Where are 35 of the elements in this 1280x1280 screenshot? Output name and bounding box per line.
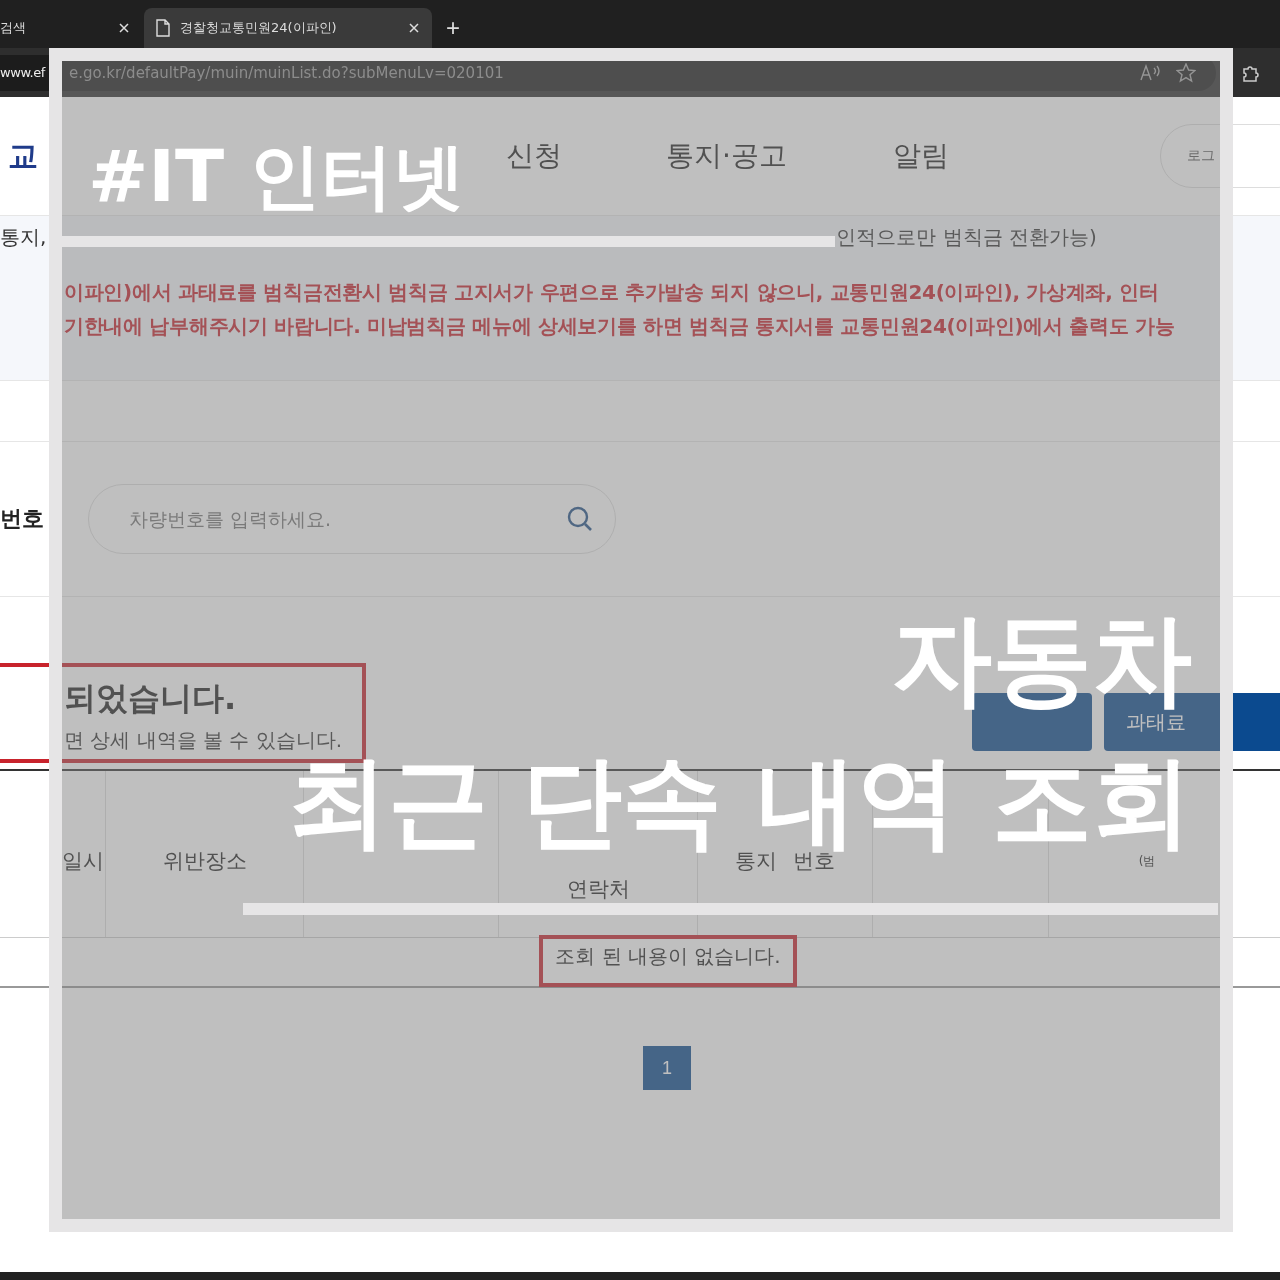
nav-link[interactable]: 알림 xyxy=(892,137,949,175)
category-title: #IT 인터넷 xyxy=(88,140,466,212)
read-aloud-icon[interactable] xyxy=(1140,63,1162,82)
page-icon xyxy=(156,19,170,37)
notice-text: 인적으로만 범칙금 전환가능) xyxy=(836,224,1097,251)
column-header: 일시 xyxy=(61,848,104,875)
close-icon[interactable] xyxy=(408,22,420,34)
address-field[interactable]: www.ef e.go.kr/defaultPay/muin/muinList.do?subMenuLv=020101 xyxy=(0,54,1216,91)
empty-message: 조회 된 내용이 없습니다. xyxy=(539,935,797,987)
column-header: 통지 xyxy=(735,849,777,875)
column-header: (범 xyxy=(1138,852,1156,870)
logout-button[interactable]: 로그 xyxy=(1160,124,1280,188)
headline: 최근 단속 내역 조회 xyxy=(287,752,1192,852)
column-header: 연락처 xyxy=(566,876,630,903)
result-title: 되었습니다. xyxy=(64,678,238,719)
search-field[interactable]: 차량번호를 입력하세요. xyxy=(88,484,616,554)
site-logo[interactable]: 교 xyxy=(8,135,38,177)
notice-text: 통지, xyxy=(0,224,47,251)
nav-link[interactable]: 신청 xyxy=(506,137,562,175)
page-button[interactable]: 1 xyxy=(643,1046,691,1090)
warning-text: 이파인)에서 과태료를 범칙금전환시 범칙금 고지서가 우편으로 추가발송 되지 않으니, 교통민원24(이파인), 가상계좌, 인터 xyxy=(63,279,1160,306)
star-icon[interactable] xyxy=(1176,62,1196,83)
browser-tab[interactable]: 경찰청교통민원24(이파인) xyxy=(144,8,432,48)
field-label: 번호 xyxy=(0,505,44,533)
browser-tab[interactable]: 검색 xyxy=(0,8,140,48)
new-tab-button[interactable]: + xyxy=(436,8,470,48)
search-icon[interactable] xyxy=(566,505,594,533)
tab-title: 경찰청교통민원24(이파인) xyxy=(180,19,338,37)
close-icon[interactable] xyxy=(118,22,130,34)
result-hint: 면 상세 내역을 볼 수 있습니다. xyxy=(64,727,344,754)
nav-link[interactable]: 통지·공고 xyxy=(666,137,787,175)
warning-text: 기한내에 납부해주시기 바랍니다. 미납범칙금 메뉴에 상세보기를 하면 범칙금 통지서를 교통민원24(이파인)에서 출력도 가능 xyxy=(63,313,1176,340)
column-header: 위반장소 xyxy=(162,848,247,875)
tab-title: 검색 xyxy=(0,19,27,37)
column-header: 번호 xyxy=(793,849,835,875)
